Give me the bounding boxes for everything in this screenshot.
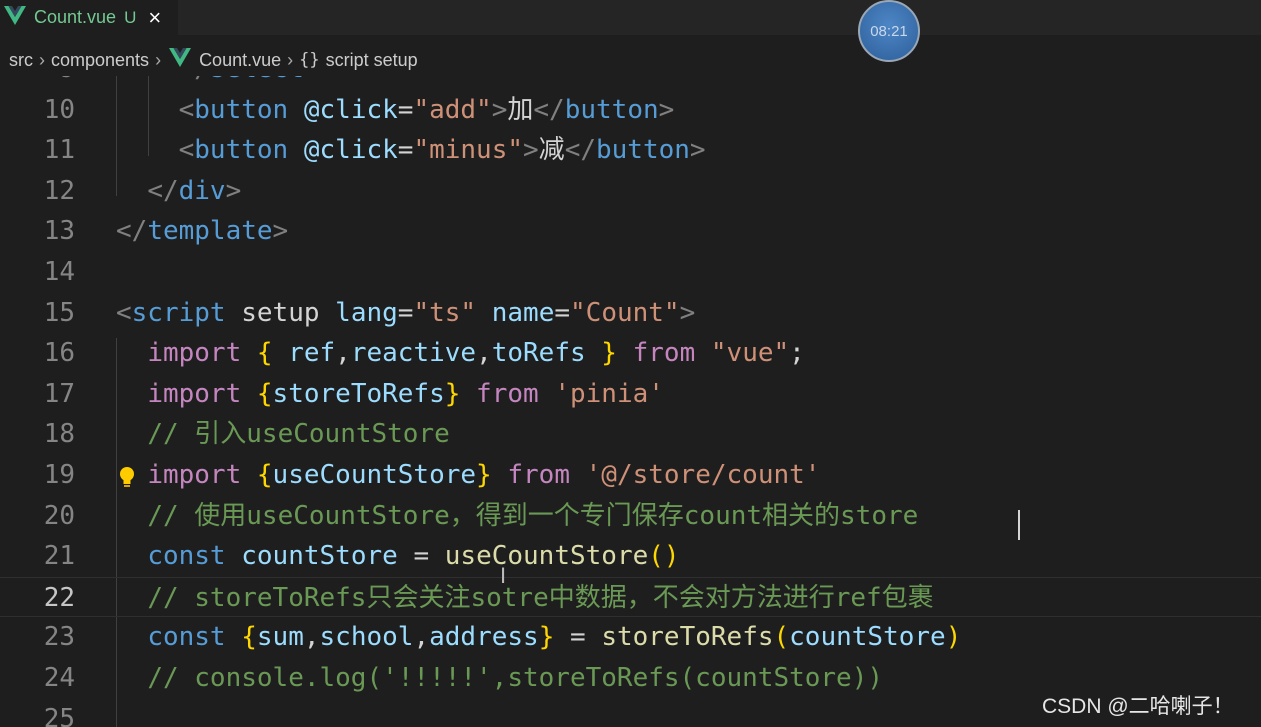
code-text: <script setup lang="ts" name="Count"> xyxy=(116,297,696,328)
code-text: import {storeToRefs} from 'pinia' xyxy=(147,378,664,409)
line-number: 23 xyxy=(43,622,75,653)
code-text: import { ref,reactive,toRefs } from "vue… xyxy=(147,338,805,369)
code-line[interactable]: 19 import {useCountStore} from '@/store/… xyxy=(0,455,1261,495)
close-icon[interactable]: × xyxy=(148,6,161,29)
code-line[interactable]: 15 <script setup lang="ts" name="Count"> xyxy=(0,293,1261,333)
mouse-ibeam-icon: I xyxy=(500,563,507,588)
line-number: 14 xyxy=(43,257,75,287)
text-cursor xyxy=(1018,510,1020,540)
breadcrumb-item-src[interactable]: src xyxy=(9,50,33,71)
chevron-right-icon: › xyxy=(287,49,294,70)
code-line[interactable]: 21 const countStore = useCountStore() xyxy=(0,536,1261,576)
tab-untracked-badge: U xyxy=(124,7,137,27)
code-text: </div> xyxy=(147,175,242,206)
symbol-braces-icon: {} xyxy=(299,50,320,70)
code-text: <button @click="add">加</button> xyxy=(178,94,675,125)
line-number: 19 xyxy=(43,460,75,490)
chevron-right-icon: › xyxy=(39,49,45,70)
code-text: <button @click="minus">减</button> xyxy=(178,135,706,166)
breadcrumb: src › components › Count.vue › {} script… xyxy=(0,44,1261,76)
code-line[interactable]: 11 <button @click="minus">减</button> xyxy=(0,130,1261,170)
line-number: 13 xyxy=(43,216,75,247)
code-line[interactable]: 9 </select> xyxy=(0,76,1261,89)
code-editor[interactable]: 9 </select>10 <button @click="add">加</bu… xyxy=(0,76,1261,727)
line-number: 17 xyxy=(43,378,75,409)
code-text: // 引入useCountStore xyxy=(147,419,450,450)
code-line[interactable]: 23 const {sum,school,address} = storeToR… xyxy=(0,617,1261,657)
clock-badge: 08:21 xyxy=(858,0,920,62)
code-text: // 使用useCountStore，得到一个专门保存count相关的store xyxy=(147,500,919,531)
tab-count-vue[interactable]: Count.vue U × xyxy=(0,0,178,35)
line-number: 22 xyxy=(43,582,75,613)
vue-logo-icon xyxy=(4,5,26,30)
code-line[interactable]: 10 <button @click="add">加</button> xyxy=(0,90,1261,130)
code-text: </select> xyxy=(116,76,320,89)
line-number: 20 xyxy=(43,500,75,531)
code-line[interactable]: 20 // 使用useCountStore，得到一个专门保存count相关的st… xyxy=(0,496,1261,536)
code-line[interactable]: 17 import {storeToRefs} from 'pinia' xyxy=(0,374,1261,414)
code-text: const countStore = useCountStore() xyxy=(147,541,680,572)
code-text: </template> xyxy=(116,216,289,247)
line-number: 15 xyxy=(43,297,75,328)
breadcrumb-item-script-setup[interactable]: script setup xyxy=(326,50,418,71)
code-line[interactable]: 18 // 引入useCountStore xyxy=(0,414,1261,454)
line-number: 16 xyxy=(43,338,75,369)
line-number: 12 xyxy=(43,175,75,206)
lightbulb-icon[interactable] xyxy=(118,466,136,492)
tab-file-name: Count.vue xyxy=(34,7,117,27)
breadcrumb-item-file[interactable]: Count.vue xyxy=(199,50,281,71)
code-line[interactable]: 16 import { ref,reactive,toRefs } from "… xyxy=(0,333,1261,373)
line-number: 10 xyxy=(43,94,75,125)
watermark: CSDN @二哈喇子！ xyxy=(1042,695,1234,718)
line-number: 25 xyxy=(43,703,75,727)
code-text: const {sum,school,address} = storeToRefs… xyxy=(147,622,962,653)
line-number: 24 xyxy=(43,663,75,693)
vue-logo-icon xyxy=(169,47,192,73)
breadcrumb-item-components[interactable]: components xyxy=(51,50,149,71)
code-line[interactable]: 14 xyxy=(0,252,1261,292)
code-line[interactable]: 12 </div> xyxy=(0,171,1261,211)
code-text: // storeToRefs只会关注sotre中数据，不会对方法进行ref包裹 xyxy=(147,582,934,613)
line-number: 18 xyxy=(43,419,75,450)
line-number: 21 xyxy=(43,541,75,572)
tab-bar: Count.vue U × xyxy=(0,0,1261,35)
chevron-right-icon: › xyxy=(155,49,162,70)
code-text: import {useCountStore} from '@/store/cou… xyxy=(147,460,821,490)
code-line[interactable]: 13 </template> xyxy=(0,211,1261,251)
code-line[interactable]: 22 // storeToRefs只会关注sotre中数据，不会对方法进行ref… xyxy=(0,576,1261,617)
line-number: 9 xyxy=(0,76,75,89)
line-number: 11 xyxy=(43,135,75,166)
code-text: // console.log('!!!!!',storeToRefs(count… xyxy=(147,663,884,693)
